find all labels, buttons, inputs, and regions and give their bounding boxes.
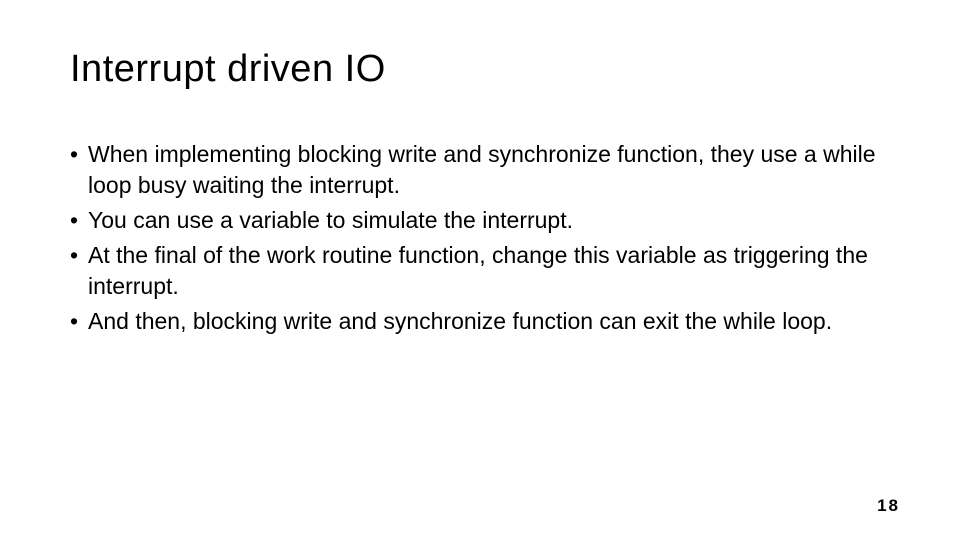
- slide: Interrupt driven IO When implementing bl…: [0, 0, 960, 540]
- list-item: You can use a variable to simulate the i…: [70, 205, 890, 236]
- list-item: And then, blocking write and synchronize…: [70, 306, 890, 337]
- bullet-list: When implementing blocking write and syn…: [70, 139, 890, 337]
- page-number: 18: [877, 496, 900, 516]
- slide-title: Interrupt driven IO: [70, 48, 890, 91]
- list-item: At the final of the work routine functio…: [70, 240, 890, 302]
- list-item: When implementing blocking write and syn…: [70, 139, 890, 201]
